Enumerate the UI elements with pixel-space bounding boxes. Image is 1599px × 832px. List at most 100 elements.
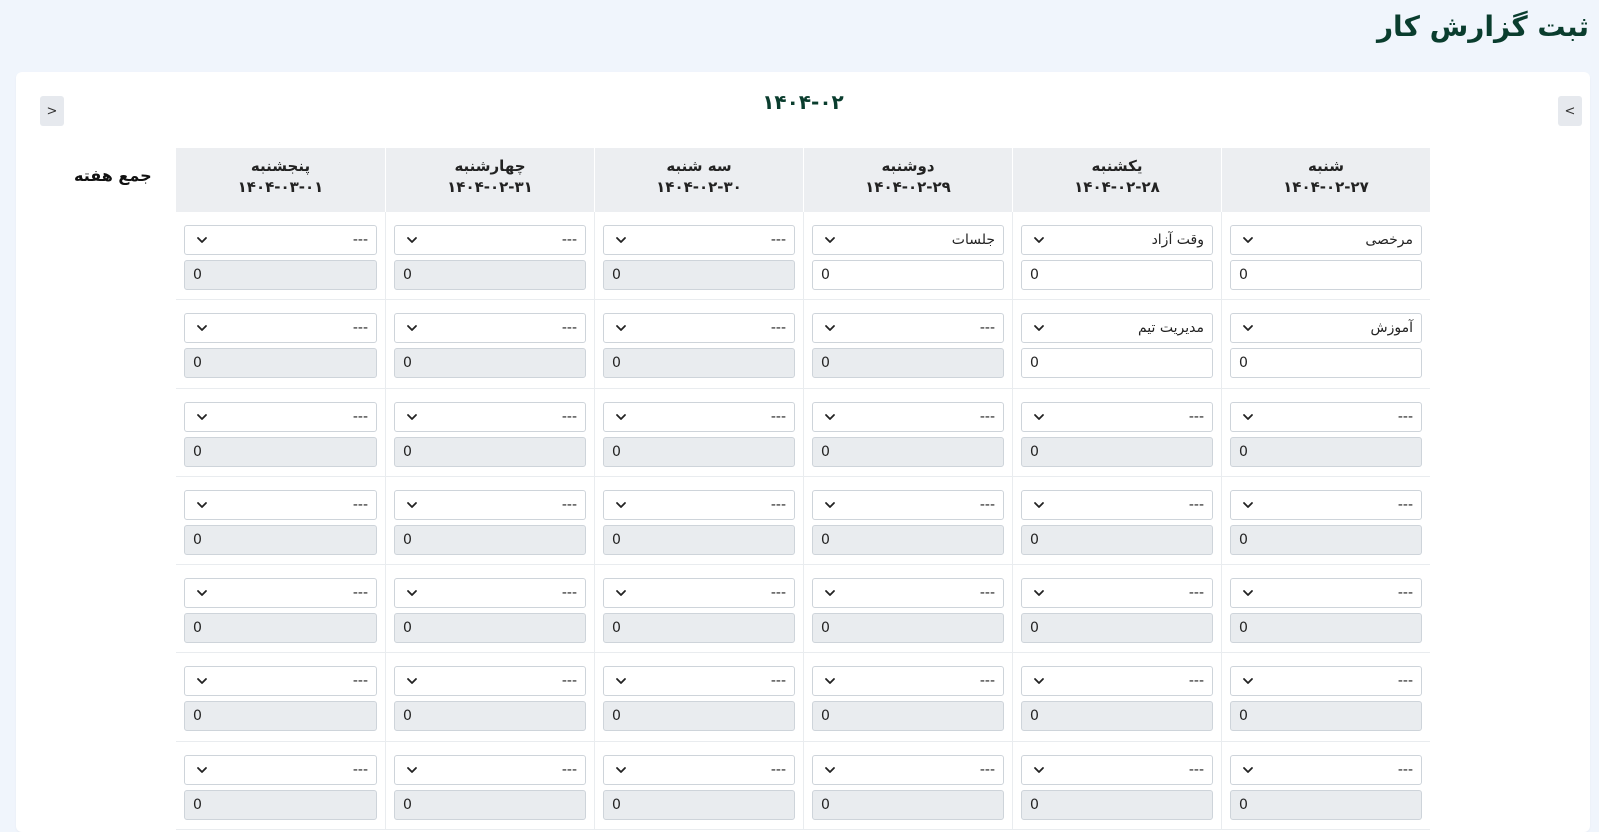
task-select[interactable]: --- [603,489,795,520]
hours-input[interactable]: 0 [1230,260,1422,290]
hours-input[interactable]: 0 [1021,348,1213,379]
task-select[interactable]: --- [394,401,586,432]
day-entry-cell: --- 0 [1012,741,1221,830]
chevron-down-icon [195,586,209,600]
task-select[interactable]: مدیریت تیم [1021,313,1213,344]
task-select-value: --- [979,585,995,602]
task-select[interactable]: --- [394,578,586,609]
day-entry-cell: وقت آزاد 0 [1012,212,1221,300]
task-select[interactable]: مرخصی [1230,225,1422,255]
day-entry-cell: --- 0 [176,565,385,652]
task-select[interactable]: --- [394,313,586,344]
hours-input: 0 [1021,436,1213,467]
task-select-value: --- [1397,673,1413,690]
task-select[interactable]: --- [394,489,586,520]
task-select[interactable]: --- [1230,666,1422,697]
task-select[interactable]: وقت آزاد [1021,225,1213,255]
day-header-row: شنبه ۱۴۰۴-۰۲-۲۷ یکشنبه ۱۴۰۴-۰۲-۲۸ دوشنبه ۱۴۰۴… [176,148,1430,212]
task-select[interactable]: --- [812,489,1004,520]
task-select[interactable]: --- [1021,489,1213,520]
hours-input: 0 [184,613,377,644]
chevron-down-icon [1032,410,1046,424]
task-select[interactable]: جلسات [812,225,1004,255]
day-entry-cell: --- 0 [803,388,1012,476]
day-date: ۱۴۰۴-۰۲-۳۱ [447,178,533,196]
hours-input: 0 [812,789,1004,820]
hours-input: 0 [603,701,795,732]
hours-input[interactable]: 0 [812,260,1004,290]
task-select[interactable]: --- [603,401,795,432]
day-entry-cell: --- 0 [176,742,385,829]
task-select-value: --- [1397,761,1413,778]
hours-input[interactable]: 0 [1021,260,1213,290]
hours-input: 0 [603,348,795,379]
task-select[interactable]: --- [184,489,377,520]
task-select-value: --- [770,761,786,778]
hours-input: 0 [1230,613,1422,644]
task-select[interactable]: --- [184,225,377,255]
task-select[interactable]: --- [1021,401,1213,432]
task-select[interactable]: --- [603,666,795,697]
day-date: ۱۴۰۴-۰۳-۰۱ [237,178,324,196]
task-select[interactable]: --- [1021,754,1213,785]
task-select[interactable]: --- [603,578,795,609]
task-select[interactable]: آموزش [1230,313,1422,344]
task-select[interactable]: --- [394,666,586,697]
task-select[interactable]: --- [1230,754,1422,785]
task-select[interactable]: --- [184,666,377,697]
week-total-label: جمع هفته [74,166,152,185]
task-select-value: --- [1188,673,1204,690]
chevron-down-icon [195,410,209,424]
task-select[interactable]: --- [1230,401,1422,432]
worklog-grid: شنبه ۱۴۰۴-۰۲-۲۷ یکشنبه ۱۴۰۴-۰۲-۲۸ دوشنبه ۱۴۰۴… [176,148,1430,831]
hours-input: 0 [1021,613,1213,644]
task-select-value: --- [352,585,368,602]
day-header: دوشنبه ۱۴۰۴-۰۲-۲۹ [803,148,1012,212]
task-select[interactable]: --- [812,754,1004,785]
task-select-value: آموزش [1370,320,1413,337]
task-select[interactable]: --- [1230,578,1422,609]
task-select[interactable]: --- [603,754,795,785]
next-week-button[interactable]: > [40,96,64,126]
task-select[interactable]: --- [394,754,586,785]
day-name: دوشنبه [881,157,935,175]
task-select-value: --- [561,496,577,513]
task-select[interactable]: --- [1021,666,1213,697]
task-select[interactable]: --- [1230,489,1422,520]
day-entry-cell: مرخصی 0 [1221,212,1430,300]
chevron-down-icon [823,498,837,512]
task-select[interactable]: --- [603,225,795,255]
task-select-value: --- [979,761,995,778]
task-select[interactable]: --- [812,313,1004,344]
chevron-down-icon [823,674,837,688]
day-name: یکشنبه [1091,157,1143,175]
task-select[interactable]: --- [812,401,1004,432]
task-select[interactable]: --- [184,401,377,432]
chevron-down-icon [614,674,628,688]
hours-input: 0 [394,348,586,379]
task-select[interactable]: --- [184,578,377,609]
task-select-value: --- [770,496,786,513]
chevron-down-icon [1241,410,1255,424]
hours-input: 0 [394,613,586,644]
hours-input: 0 [603,436,795,467]
task-select[interactable]: --- [394,225,586,255]
task-select-value: --- [561,585,577,602]
hours-input: 0 [184,789,377,820]
hours-input: 0 [184,348,377,379]
task-select[interactable]: --- [184,313,377,344]
task-select-value: --- [1188,761,1204,778]
task-select[interactable]: --- [1021,578,1213,609]
hours-input[interactable]: 0 [1230,348,1422,379]
hours-input: 0 [1021,524,1213,555]
day-entry-cell: --- 0 [385,476,594,565]
day-entry-cell: --- 0 [385,212,594,300]
task-select[interactable]: --- [184,754,377,785]
day-entry-cell: --- 0 [1012,476,1221,565]
task-select-value: --- [352,761,368,778]
day-name: شنبه [1307,157,1345,175]
task-select[interactable]: --- [812,666,1004,697]
worklog-row: --- 0 --- 0 --- 0 --- 0 --- 0 --- 0 [176,476,1430,566]
task-select[interactable]: --- [603,313,795,344]
task-select[interactable]: --- [812,578,1004,609]
